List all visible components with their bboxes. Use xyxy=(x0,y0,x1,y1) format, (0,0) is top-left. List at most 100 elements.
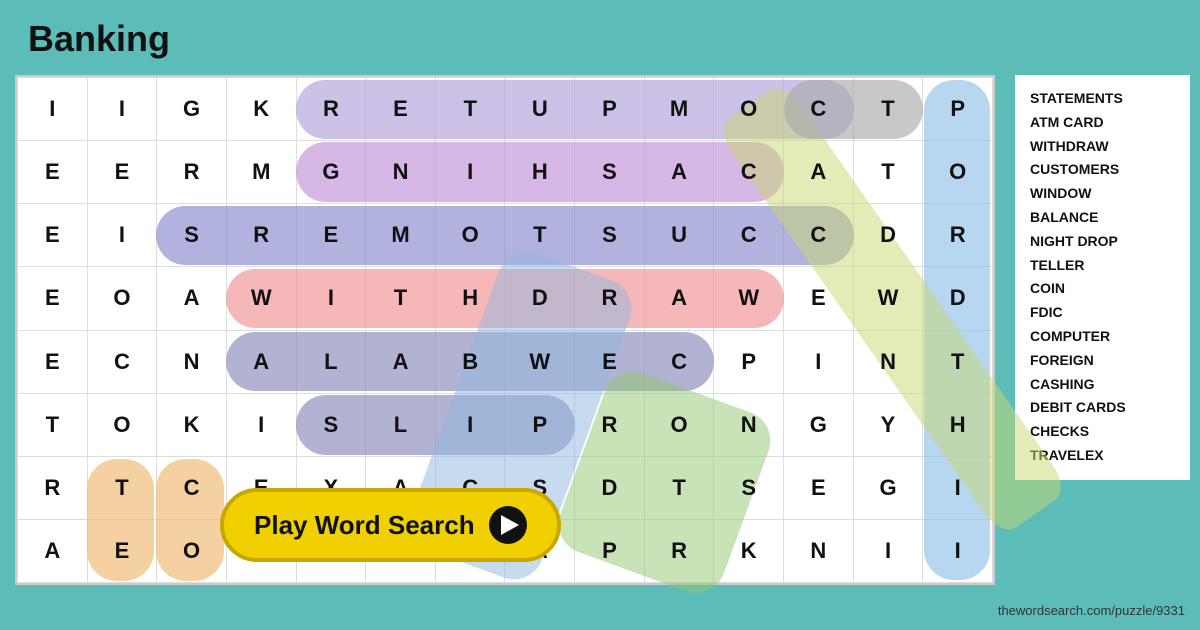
grid-cell: P xyxy=(923,78,993,141)
grid-cell: S xyxy=(296,393,366,456)
grid-cell: N xyxy=(784,519,854,582)
grid-cell: P xyxy=(575,519,645,582)
grid-cell: E xyxy=(575,330,645,393)
grid-cell: R xyxy=(296,78,366,141)
grid-cell: T xyxy=(644,456,714,519)
grid-cell: N xyxy=(714,393,784,456)
grid-cell: G xyxy=(157,78,227,141)
grid-cell: P xyxy=(714,330,784,393)
grid-cell: O xyxy=(644,393,714,456)
grid-cell: E xyxy=(87,519,157,582)
grid-cell: W xyxy=(505,330,575,393)
grid-cell: E xyxy=(296,204,366,267)
play-button[interactable]: Play Word Search xyxy=(220,488,561,562)
word-list: STATEMENTSATM CARDWITHDRAWCUSTOMERSWINDO… xyxy=(1015,75,1190,480)
grid-cell: M xyxy=(226,141,296,204)
grid-cell: O xyxy=(923,141,993,204)
play-button-label: Play Word Search xyxy=(254,510,475,541)
grid-cell: A xyxy=(644,267,714,330)
grid-cell: W xyxy=(714,267,784,330)
grid-cell: R xyxy=(157,141,227,204)
grid-cell: G xyxy=(296,141,366,204)
grid-cell: Y xyxy=(853,393,923,456)
word-list-item: CHECKS xyxy=(1030,420,1175,444)
grid-cell: T xyxy=(18,393,88,456)
word-list-item: NIGHT DROP xyxy=(1030,230,1175,254)
grid-cell: E xyxy=(18,204,88,267)
word-list-item: ATM CARD xyxy=(1030,111,1175,135)
grid-cell: R xyxy=(226,204,296,267)
grid-cell: M xyxy=(644,78,714,141)
grid-cell: C xyxy=(157,456,227,519)
grid-cell: D xyxy=(853,204,923,267)
grid-cell: T xyxy=(505,204,575,267)
word-list-item: WITHDRAW xyxy=(1030,135,1175,159)
grid-cell: I xyxy=(226,393,296,456)
grid-cell: H xyxy=(923,393,993,456)
grid-cell: C xyxy=(784,204,854,267)
grid-cell: K xyxy=(157,393,227,456)
grid-cell: A xyxy=(18,519,88,582)
grid-cell: T xyxy=(853,78,923,141)
grid-cell: P xyxy=(575,78,645,141)
grid-cell: I xyxy=(435,141,505,204)
grid-cell: M xyxy=(366,204,436,267)
grid-cell: R xyxy=(18,456,88,519)
grid-cell: D xyxy=(923,267,993,330)
grid-cell: S xyxy=(575,141,645,204)
grid-cell: I xyxy=(923,456,993,519)
grid-cell: R xyxy=(575,393,645,456)
grid-cell: N xyxy=(157,330,227,393)
word-list-item: FOREIGN xyxy=(1030,349,1175,373)
grid-cell: T xyxy=(923,330,993,393)
grid-cell: U xyxy=(644,204,714,267)
grid-cell: D xyxy=(505,267,575,330)
grid-cell: E xyxy=(18,141,88,204)
page-title: Banking xyxy=(28,18,170,60)
grid-cell: I xyxy=(296,267,366,330)
grid-cell: G xyxy=(853,456,923,519)
grid-cell: R xyxy=(644,519,714,582)
grid-cell: T xyxy=(853,141,923,204)
grid-cell: L xyxy=(296,330,366,393)
grid-cell: E xyxy=(18,267,88,330)
grid-cell: I xyxy=(784,330,854,393)
play-icon xyxy=(489,506,527,544)
grid-cell: N xyxy=(853,330,923,393)
grid-cell: H xyxy=(435,267,505,330)
grid-cell: K xyxy=(714,519,784,582)
grid-cell: O xyxy=(157,519,227,582)
grid-cell: S xyxy=(575,204,645,267)
grid-cell: E xyxy=(784,456,854,519)
grid-cell: T xyxy=(87,456,157,519)
grid-cell: U xyxy=(505,78,575,141)
grid-cell: O xyxy=(87,393,157,456)
grid-cell: I xyxy=(853,519,923,582)
attribution: thewordsearch.com/puzzle/9331 xyxy=(998,603,1185,618)
grid-cell: I xyxy=(435,393,505,456)
word-list-item: WINDOW xyxy=(1030,182,1175,206)
word-list-item: FDIC xyxy=(1030,301,1175,325)
grid-cell: A xyxy=(226,330,296,393)
grid-cell: C xyxy=(714,204,784,267)
grid-cell: H xyxy=(505,141,575,204)
word-list-item: DEBIT CARDS xyxy=(1030,396,1175,420)
grid-cell: R xyxy=(923,204,993,267)
grid-cell: I xyxy=(18,78,88,141)
grid-cell: I xyxy=(87,78,157,141)
grid-cell: I xyxy=(87,204,157,267)
grid-cell: R xyxy=(575,267,645,330)
grid-cell: T xyxy=(435,78,505,141)
grid-cell: I xyxy=(923,519,993,582)
grid-cell: W xyxy=(226,267,296,330)
grid-cell: E xyxy=(784,267,854,330)
word-list-item: CUSTOMERS xyxy=(1030,158,1175,182)
word-list-item: COMPUTER xyxy=(1030,325,1175,349)
grid-cell: L xyxy=(366,393,436,456)
grid-cell: P xyxy=(505,393,575,456)
grid-cell: C xyxy=(784,78,854,141)
grid-cell: O xyxy=(87,267,157,330)
grid-cell: A xyxy=(157,267,227,330)
word-list-item: STATEMENTS xyxy=(1030,87,1175,111)
grid-cell: E xyxy=(18,330,88,393)
